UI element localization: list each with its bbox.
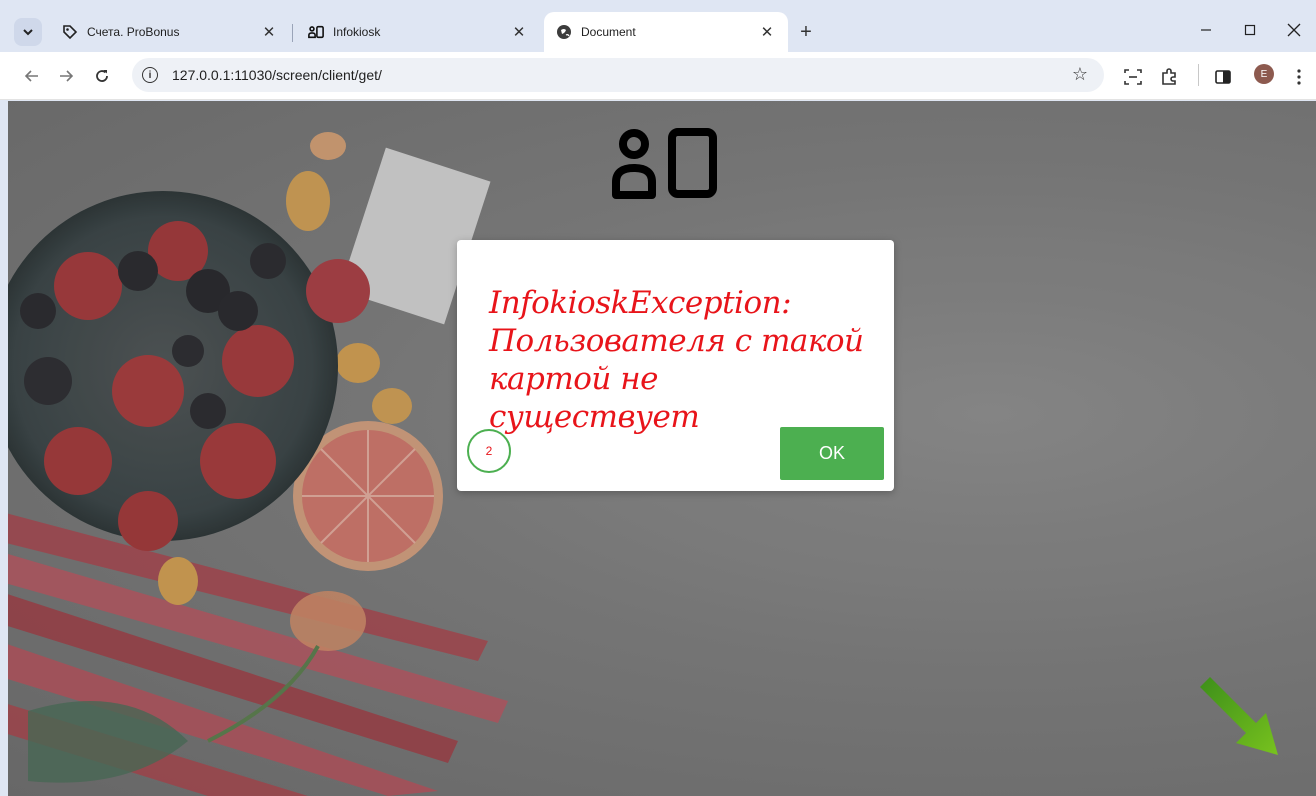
bookmark-star-icon[interactable]: ☆ [1072, 64, 1088, 85]
back-button[interactable] [18, 62, 46, 90]
countdown-timer: 2 [467, 429, 511, 473]
tab-strip: Счета. ProBonus ✕ Infokiosk ✕ Document ✕… [0, 0, 1316, 54]
minimize-button[interactable] [1186, 14, 1226, 46]
error-message: InfokioskException: Пользователя с такой… [489, 285, 864, 435]
avatar[interactable]: E [1254, 64, 1274, 84]
page-viewport: InfokioskException: Пользователя с такой… [8, 101, 1316, 796]
forward-button[interactable] [52, 62, 80, 90]
maximize-button[interactable] [1230, 14, 1270, 46]
tab-title: Document [581, 25, 636, 39]
address-bar[interactable]: i 127.0.0.1:11030/screen/client/get/ ☆ [132, 58, 1104, 92]
maximize-icon [1244, 24, 1256, 36]
globe-icon [556, 24, 572, 40]
tab-document[interactable]: Document ✕ [544, 12, 788, 52]
ok-button[interactable]: OK [780, 427, 884, 480]
tab-title: Счета. ProBonus [87, 25, 180, 39]
arrow-down-right-icon [1200, 677, 1278, 755]
more-vert-icon [1297, 69, 1301, 85]
close-icon [1287, 23, 1301, 37]
arrow-right-icon [60, 70, 74, 82]
screen-capture-button[interactable] [1122, 66, 1144, 88]
close-icon[interactable]: ✕ [510, 23, 528, 41]
kiosk-icon [308, 24, 324, 40]
url-text[interactable]: 127.0.0.1:11030/screen/client/get/ [172, 67, 382, 83]
close-icon[interactable]: ✕ [758, 23, 776, 41]
reload-button[interactable] [88, 62, 116, 90]
tab-title: Infokiosk [333, 25, 381, 39]
window-close-button[interactable] [1274, 14, 1314, 46]
extensions-button[interactable] [1158, 66, 1180, 88]
screen-capture-icon [1124, 69, 1142, 85]
close-icon[interactable]: ✕ [260, 23, 278, 41]
error-dialog: InfokioskException: Пользователя с такой… [457, 240, 894, 491]
person-card-icon [612, 128, 717, 199]
puzzle-icon [1162, 68, 1176, 85]
new-tab-button[interactable]: + [794, 20, 818, 44]
tab-search-button[interactable] [14, 18, 42, 46]
minimize-icon [1201, 29, 1211, 31]
info-icon[interactable]: i [142, 67, 158, 83]
menu-button[interactable] [1288, 66, 1310, 88]
toolbar-divider [1198, 64, 1199, 86]
tag-icon [62, 24, 78, 40]
tab-infokiosk[interactable]: Infokiosk ✕ [296, 12, 540, 52]
arrow-left-icon [24, 70, 38, 82]
side-panel-icon [1215, 70, 1231, 84]
browser-toolbar: i 127.0.0.1:11030/screen/client/get/ ☆ [0, 52, 1316, 100]
tab-probonus[interactable]: Счета. ProBonus ✕ [50, 12, 290, 52]
side-panel-button[interactable] [1212, 66, 1234, 88]
tab-separator [292, 24, 293, 42]
chevron-down-icon [23, 29, 33, 36]
reload-icon [96, 70, 108, 82]
